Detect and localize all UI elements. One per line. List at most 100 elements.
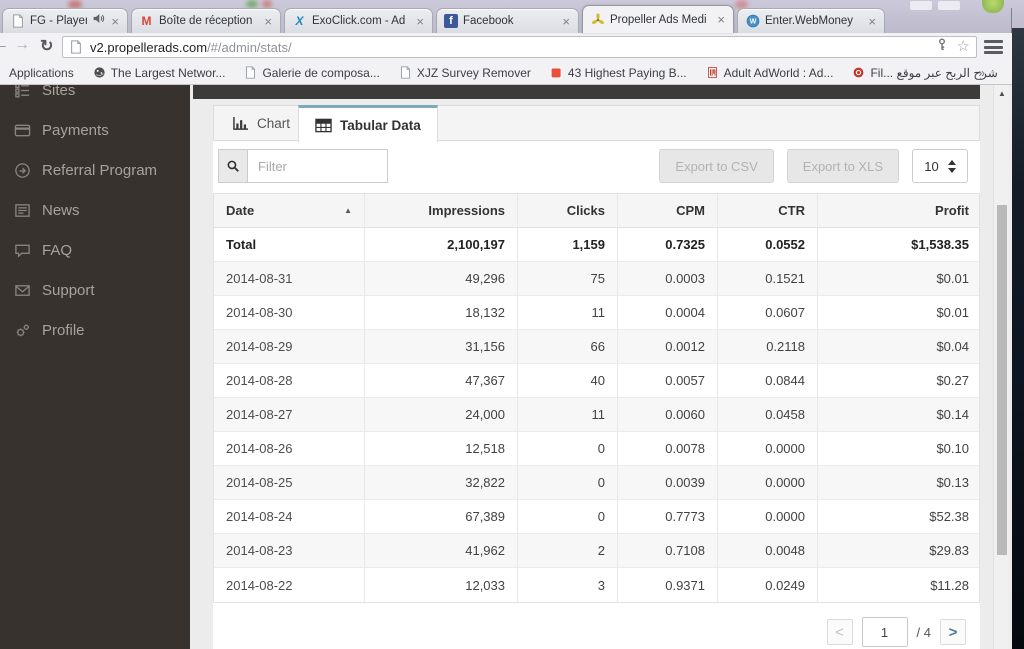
bookmark-item[interactable]: 43 Highest Paying B...: [550, 66, 687, 80]
table-cell: 67,389: [364, 500, 517, 533]
close-tab-icon[interactable]: ×: [561, 15, 571, 28]
column-header-clicks[interactable]: Clicks: [517, 194, 617, 227]
cell-text: 32,822: [465, 475, 505, 490]
table-cell: 3: [517, 568, 617, 602]
tab-title: ExoClick.com - Ad: [312, 15, 406, 27]
browser-tab[interactable]: W Enter.WebMoney ×: [737, 8, 885, 33]
cell-text: $0.01: [936, 271, 969, 286]
bookmark-item[interactable]: Galerie de composa...: [244, 66, 380, 80]
column-header-cpm[interactable]: CPM: [617, 194, 717, 227]
cell-text: 0.0000: [765, 441, 805, 456]
bookmark-item[interactable]: Applications: [9, 66, 74, 80]
browser-tab[interactable]: f Facebook ×: [436, 8, 579, 33]
forward-icon[interactable]: →: [14, 36, 30, 54]
scroll-up-icon[interactable]: ▲: [998, 89, 1006, 98]
reload-icon[interactable]: ↻: [40, 36, 53, 56]
table-cell: 0: [517, 466, 617, 499]
column-header-date[interactable]: Date ▲: [214, 194, 364, 227]
tab-title: Propeller Ads Medi: [610, 13, 707, 26]
audio-speaker-icon[interactable]: [92, 12, 105, 30]
table-cell: 0.0048: [717, 534, 817, 567]
scrollbar-thumb[interactable]: [997, 205, 1007, 555]
browser-tab[interactable]: FG - Player ×: [2, 8, 128, 33]
close-tab-icon[interactable]: ×: [867, 15, 877, 28]
sidebar-item-label: FAQ: [42, 241, 73, 259]
tab-tabular-data[interactable]: Tabular Data: [298, 105, 438, 143]
close-tab-icon[interactable]: ×: [110, 15, 120, 28]
export-xls-button[interactable]: Export to XLS: [786, 149, 899, 183]
column-header-profit[interactable]: Profit: [817, 194, 981, 227]
red-circle-icon: [852, 66, 865, 79]
page-icon: [399, 66, 412, 79]
cell-text: 0.0607: [765, 305, 805, 320]
table-cell: $0.01: [817, 296, 981, 329]
bookmark-item[interactable]: The Largest Networ...: [93, 66, 225, 80]
sidebar-item-label: News: [42, 201, 80, 219]
bookmarks-overflow-chevron[interactable]: »: [978, 66, 985, 80]
page-scrollbar[interactable]: ▲: [993, 85, 1009, 649]
bar-chart-icon: [233, 116, 248, 130]
bookmark-item[interactable]: XJZ Survey Remover: [399, 66, 531, 80]
table-cell: $0.10: [817, 432, 981, 465]
cell-text: 3: [597, 577, 605, 593]
url-path: /#/admin/stats/: [207, 39, 292, 55]
sidebar-item-news[interactable]: News: [14, 198, 80, 222]
column-header-impressions[interactable]: Impressions: [364, 194, 517, 227]
address-bar[interactable]: v2.propellerads.com/#/admin/stats/ ☆: [62, 36, 977, 58]
table-cell: 12,518: [364, 432, 517, 465]
bookmark-item[interactable]: Adult AdWorld : Ad...: [706, 66, 833, 80]
cell-text: 2,100,197: [447, 237, 505, 252]
table-cell: 0.0000: [717, 432, 817, 465]
filter-input[interactable]: [248, 149, 388, 183]
cell-text: 47,367: [465, 373, 505, 388]
sidebar-item-support[interactable]: Support: [14, 278, 95, 302]
table-cell: 11: [517, 296, 617, 329]
tab-chart[interactable]: Chart: [216, 106, 306, 141]
cell-text: $11.28: [930, 577, 969, 593]
table-cell: 0.0000: [717, 500, 817, 533]
cell-text: 0.7773: [665, 509, 705, 524]
bookmark-item[interactable]: شرح الربح عبر موقع ...Fil: [852, 66, 998, 80]
export-csv-button[interactable]: Export to CSV: [659, 149, 774, 183]
current-page-input[interactable]: 1: [861, 617, 908, 647]
cell-text: 0.0844: [765, 373, 805, 388]
bookmark-star-icon[interactable]: ☆: [957, 39, 970, 54]
stripes-icon: [706, 66, 719, 79]
tab-title: Boîte de réception: [159, 15, 253, 27]
prev-page-button[interactable]: <: [826, 619, 853, 645]
sidebar-item-sites[interactable]: Sites: [14, 85, 75, 102]
key-icon[interactable]: [935, 37, 949, 57]
cell-text: 2014-08-26: [226, 441, 293, 456]
browser-tab[interactable]: X ExoClick.com - Ad ×: [284, 8, 433, 33]
table-cell: 0.2118: [717, 330, 817, 363]
table-cell: 0.0078: [617, 432, 717, 465]
browser-tab[interactable]: Propeller Ads Medi ×: [582, 5, 734, 33]
back-icon[interactable]: ←: [0, 36, 9, 54]
table-cell: 2014-08-29: [214, 330, 364, 363]
table-cell: 0.0012: [617, 330, 717, 363]
table-cell: 0.7773: [617, 500, 717, 533]
sidebar-item-referral-program[interactable]: Referral Program: [14, 158, 157, 182]
sidebar-item-profile[interactable]: Profile: [14, 318, 85, 342]
close-tab-icon[interactable]: ×: [263, 15, 273, 28]
referral-icon: [14, 162, 31, 179]
browser-tab[interactable]: M Boîte de réception ×: [131, 8, 281, 33]
pagination: < 1 / 4 >: [213, 617, 980, 647]
column-header-ctr[interactable]: CTR: [717, 194, 817, 227]
close-tab-icon[interactable]: ×: [415, 15, 425, 28]
cell-text: 2014-08-23: [226, 543, 293, 558]
sidebar-item-payments[interactable]: Payments: [14, 118, 109, 142]
cell-text: 1,159: [572, 237, 605, 252]
cell-text: 0: [597, 441, 605, 456]
stats-panel: Chart Tabular Data Expor: [213, 105, 980, 649]
next-page-button[interactable]: >: [940, 619, 966, 645]
table-cell: 0.9371: [617, 568, 717, 602]
table-cell: 66: [517, 330, 617, 363]
table-cell: 0.1521: [717, 262, 817, 295]
table-cell: 49,296: [364, 262, 517, 295]
close-tab-icon[interactable]: ×: [716, 13, 726, 26]
table-cell: 2014-08-25: [214, 466, 364, 499]
page-size-select[interactable]: 10: [912, 149, 968, 183]
menu-icon[interactable]: [984, 40, 1003, 54]
sidebar-item-faq[interactable]: FAQ: [14, 238, 72, 262]
